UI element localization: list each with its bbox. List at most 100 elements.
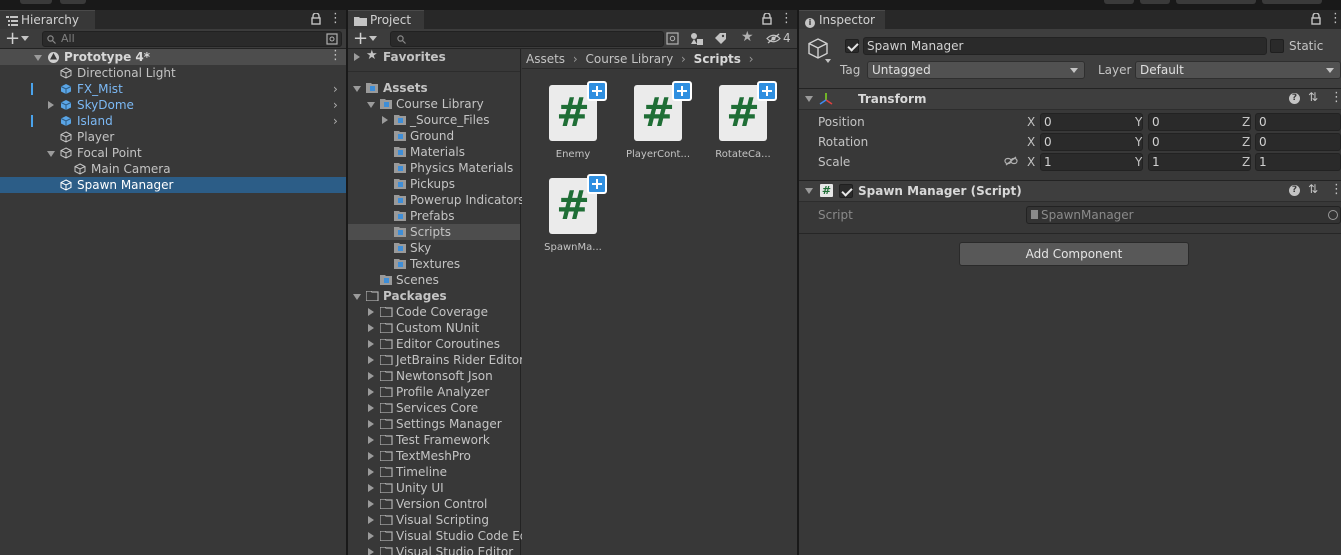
expand-caret-icon[interactable] bbox=[805, 188, 813, 194]
object-name-field[interactable]: Spawn Manager bbox=[863, 37, 1267, 55]
constrain-proportions-link-icon[interactable] bbox=[1004, 156, 1018, 166]
tree-package-visual-studio-editor[interactable]: Visual Studio Editor bbox=[348, 544, 520, 555]
script-object-field[interactable]: SpawnManager bbox=[1026, 206, 1341, 224]
expand-caret-icon[interactable] bbox=[354, 53, 360, 61]
preset-sliders-icon[interactable]: ⇅ bbox=[1308, 182, 1318, 196]
rotation-x-field[interactable]: 0 bbox=[1040, 133, 1143, 151]
expand-caret-icon[interactable] bbox=[368, 516, 374, 524]
chevron-right-icon[interactable]: › bbox=[333, 113, 338, 129]
expand-caret-icon[interactable] bbox=[368, 452, 374, 460]
asset-script-spawnmanager[interactable]: # SpawnMa... bbox=[533, 174, 613, 253]
layer-dropdown[interactable]: Default bbox=[1135, 61, 1341, 79]
expand-caret-icon[interactable] bbox=[368, 420, 374, 428]
expand-caret-icon[interactable] bbox=[368, 308, 374, 316]
chevron-down-icon[interactable] bbox=[21, 36, 29, 41]
tree-package-unity-ui[interactable]: Unity UI bbox=[348, 480, 520, 496]
hierarchy-search-input[interactable]: All bbox=[42, 31, 342, 47]
expand-caret-icon[interactable] bbox=[368, 500, 374, 508]
scene-row[interactable]: Prototype 4* ⋮ bbox=[0, 48, 346, 65]
chevron-down-icon[interactable] bbox=[369, 36, 377, 41]
rotation-y-field[interactable]: 0 bbox=[1148, 133, 1251, 151]
object-picker-icon[interactable] bbox=[1328, 210, 1338, 220]
more-options-icon[interactable]: ⋮ bbox=[1329, 11, 1341, 26]
filter-by-type-icon[interactable] bbox=[690, 32, 704, 45]
help-icon[interactable]: ? bbox=[1289, 185, 1300, 196]
y-axis-label[interactable]: Y bbox=[1135, 155, 1142, 169]
tree-package-timeline[interactable]: Timeline bbox=[348, 464, 520, 480]
x-axis-label[interactable]: X bbox=[1027, 115, 1035, 129]
component-options-icon[interactable]: ⋮ bbox=[1330, 182, 1341, 197]
expand-caret-icon[interactable] bbox=[368, 532, 374, 540]
breadcrumb-item[interactable]: Course Library bbox=[586, 52, 674, 66]
project-search-input[interactable] bbox=[390, 31, 664, 47]
tree-package-textmeshpro[interactable]: TextMeshPro bbox=[348, 448, 520, 464]
add-component-button[interactable]: Add Component bbox=[959, 242, 1189, 266]
position-x-field[interactable]: 0 bbox=[1040, 113, 1143, 131]
lock-icon[interactable] bbox=[311, 13, 321, 25]
hierarchy-item-player[interactable]: Player bbox=[0, 129, 346, 145]
x-axis-label[interactable]: X bbox=[1027, 155, 1035, 169]
tree-folder-sky[interactable]: Sky bbox=[348, 240, 520, 256]
expand-caret-icon[interactable] bbox=[353, 294, 361, 300]
scale-y-field[interactable]: 1 bbox=[1148, 153, 1251, 171]
expand-caret-icon[interactable] bbox=[805, 96, 813, 102]
toolbar-button[interactable] bbox=[1262, 0, 1322, 4]
create-plus-icon[interactable]: + bbox=[353, 28, 368, 49]
tree-scenes[interactable]: Scenes bbox=[348, 272, 520, 288]
asset-script-enemy[interactable]: # Enemy bbox=[533, 81, 613, 160]
asset-script-rotatecamera[interactable]: # RotateCa... bbox=[703, 81, 783, 160]
tree-folder-scripts[interactable]: Scripts bbox=[348, 224, 520, 240]
expand-caret-icon[interactable] bbox=[382, 116, 388, 124]
expand-caret-icon[interactable] bbox=[47, 151, 55, 157]
tree-folder-textures[interactable]: Textures bbox=[348, 256, 520, 272]
tree-package-newtonsoft-json[interactable]: Newtonsoft Json bbox=[348, 368, 520, 384]
tree-package-services-core[interactable]: Services Core bbox=[348, 400, 520, 416]
expand-caret-icon[interactable] bbox=[368, 436, 374, 444]
tree-package-visual-scripting[interactable]: Visual Scripting bbox=[348, 512, 520, 528]
label-tag-icon[interactable] bbox=[714, 32, 727, 45]
script-component-header[interactable]: # Spawn Manager (Script) ? ⇅ ⋮ bbox=[799, 180, 1341, 202]
transform-header[interactable]: Transform ? ⇅ ⋮ bbox=[799, 88, 1341, 110]
expand-caret-icon[interactable] bbox=[368, 340, 374, 348]
expand-caret-icon[interactable] bbox=[353, 86, 361, 92]
position-y-field[interactable]: 0 bbox=[1148, 113, 1251, 131]
active-toggle-checkbox[interactable] bbox=[845, 39, 859, 53]
tree-favorites[interactable]: ★ Favorites bbox=[348, 48, 520, 65]
component-options-icon[interactable]: ⋮ bbox=[1330, 90, 1341, 105]
expand-caret-icon[interactable] bbox=[48, 101, 54, 109]
scene-options-icon[interactable]: ⋮ bbox=[329, 48, 342, 64]
breadcrumb-item[interactable]: Assets bbox=[526, 52, 565, 66]
more-options-icon[interactable]: ⋮ bbox=[780, 11, 793, 26]
tree-assets[interactable]: Assets bbox=[348, 80, 520, 96]
z-axis-label[interactable]: Z bbox=[1242, 155, 1250, 169]
favorite-star-icon[interactable]: ★ bbox=[741, 29, 754, 45]
expand-caret-icon[interactable] bbox=[368, 548, 374, 555]
hierarchy-item-focal-point[interactable]: Focal Point bbox=[0, 145, 346, 161]
icon-dropdown-caret-icon[interactable] bbox=[825, 59, 831, 63]
y-axis-label[interactable]: Y bbox=[1135, 135, 1142, 149]
preset-sliders-icon[interactable]: ⇅ bbox=[1308, 90, 1318, 104]
tree-package-visual-studio-code-ed[interactable]: Visual Studio Code Ed bbox=[348, 528, 527, 544]
hierarchy-item-fx-mist[interactable]: FX_Mist › bbox=[0, 81, 346, 97]
expand-caret-icon[interactable] bbox=[368, 388, 374, 396]
static-checkbox[interactable] bbox=[1270, 39, 1284, 53]
tree-package-settings-manager[interactable]: Settings Manager bbox=[348, 416, 520, 432]
breadcrumb-item-current[interactable]: Scripts bbox=[694, 52, 741, 66]
chevron-right-icon[interactable]: › bbox=[333, 81, 338, 97]
tree-packages[interactable]: Packages bbox=[348, 288, 520, 304]
toolbar-button[interactable] bbox=[20, 0, 52, 4]
scale-x-field[interactable]: 1 bbox=[1040, 153, 1143, 171]
expand-caret-icon[interactable] bbox=[368, 356, 374, 364]
hidden-packages-eye-icon[interactable] bbox=[766, 33, 781, 44]
tree-folder-pickups[interactable]: Pickups bbox=[348, 176, 520, 192]
tree-folder-prefabs[interactable]: Prefabs bbox=[348, 208, 520, 224]
z-axis-label[interactable]: Z bbox=[1242, 115, 1250, 129]
hierarchy-item-skydome[interactable]: SkyDome › bbox=[0, 97, 346, 113]
hierarchy-item-directional-light[interactable]: Directional Light bbox=[0, 65, 346, 81]
scale-z-field[interactable]: 1 bbox=[1255, 153, 1341, 171]
tab-inspector[interactable]: i Inspector bbox=[799, 10, 885, 29]
tree-package-custom-nunit[interactable]: Custom NUnit bbox=[348, 320, 520, 336]
tree-folder-powerup-indicators[interactable]: Powerup Indicators bbox=[348, 192, 525, 208]
tab-hierarchy[interactable]: Hierarchy bbox=[0, 10, 95, 29]
asset-script-playercontroller[interactable]: # PlayerCont... bbox=[618, 81, 698, 160]
